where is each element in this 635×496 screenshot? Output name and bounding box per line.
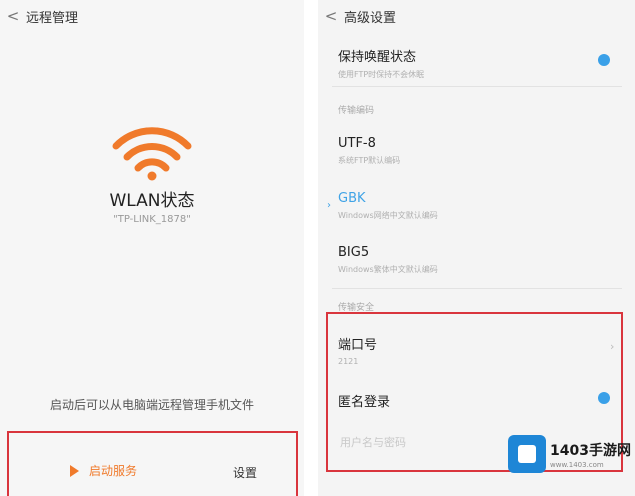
keep-awake-title: 保持唤醒状态 [338,50,417,65]
anonymous-login-toggle[interactable] [598,392,610,404]
keep-awake-toggle[interactable] [598,54,610,66]
username-password-setting[interactable]: 用户名与密码 [340,434,406,450]
encoding-subtitle: 系统FTP默认编码 [338,156,401,165]
play-icon [70,464,79,477]
panel-gap [304,0,318,496]
left-titlebar: < 远程管理 [0,0,304,32]
port-value: 2121 [338,357,359,366]
start-service-label: 启动服务 [89,464,138,478]
remote-hint-text: 启动后可以从电脑端远程管理手机文件 [49,398,254,412]
watermark-text: 1403手游网 [550,442,631,459]
encoding-title: UTF-8 [338,136,376,151]
remote-management-panel: < 远程管理 WLAN状态 "TP-LINK_1878" 启动后可以从电脑端远程… [0,0,304,496]
settings-button[interactable]: 设置 [233,464,257,481]
watermark-url: www.1403.com [550,460,604,469]
encoding-subtitle: Windows网络中文默认编码 [338,211,438,220]
back-arrow-icon[interactable]: < [318,7,344,25]
encoding-option-utf8[interactable]: UTF-8 系统FTP默认编码 [338,136,400,166]
encoding-title: BIG5 [338,245,370,260]
anonymous-login-title: 匿名登录 [338,395,391,410]
port-title: 端口号 [338,338,378,353]
wlan-ssid: "TP-LINK_1878" [113,214,191,225]
encoding-option-gbk[interactable]: GBK Windows网络中文默认编码 [338,191,438,221]
watermark-logo-icon [508,435,546,473]
port-setting[interactable]: 端口号 2121 [338,334,377,366]
divider [332,288,622,289]
encoding-option-big5[interactable]: BIG5 Windows繁体中文默认编码 [338,245,438,275]
page-title: 高级设置 [344,10,397,26]
encoding-title: GBK [338,191,366,206]
chevron-right-icon: › [610,340,615,353]
selected-indicator-icon: › [327,200,331,211]
anonymous-login-setting[interactable]: 匿名登录 [338,391,390,410]
wlan-status-title: WLAN状态 [109,191,195,211]
encoding-subtitle: Windows繁体中文默认编码 [338,265,438,274]
keep-awake-setting[interactable]: 保持唤醒状态 使用FTP时保持不会休眠 [338,46,424,80]
section-encoding-header: 传输编码 [338,106,375,116]
page-title: 远程管理 [26,10,79,26]
advanced-settings-panel: < 高级设置 保持唤醒状态 使用FTP时保持不会休眠 传输编码 UTF-8 系统… [318,0,635,496]
divider [332,86,622,87]
back-arrow-icon[interactable]: < [0,7,26,25]
right-titlebar: < 高级设置 [318,0,635,32]
wifi-icon [110,118,194,186]
start-service-button[interactable]: 启动服务 [70,462,137,479]
keep-awake-subtitle: 使用FTP时保持不会休眠 [338,70,425,79]
site-watermark: 1403手游网 www.1403.com [508,434,635,474]
